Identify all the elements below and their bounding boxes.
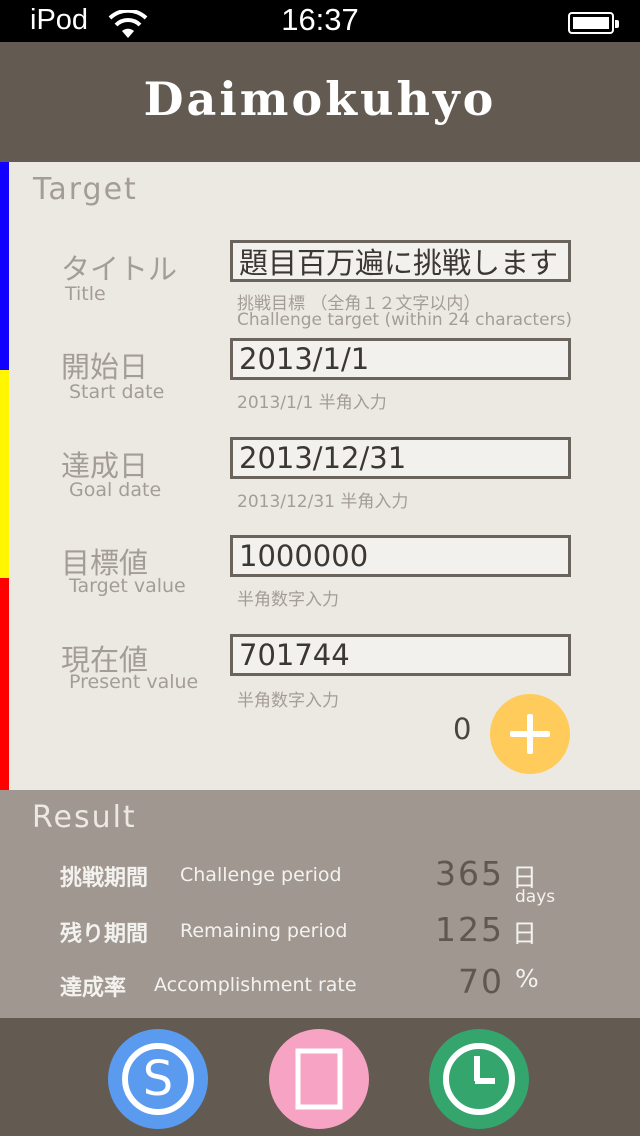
clock-button[interactable] [429,1029,529,1129]
add-button[interactable] [490,694,570,774]
remaining-period-value: 125 [435,910,504,949]
status-bar: iPod 16:37 [0,0,640,42]
start-date-label-en: Start date [69,381,165,403]
goal-date-input[interactable] [230,437,571,479]
start-date-hint: 2013/1/1 半角入力 [237,393,387,413]
target-section-title: Target [33,172,138,207]
title-hint-en: Challenge target (within 24 characters) [237,310,573,330]
status-time: 16:37 [281,2,359,37]
title-input[interactable] [230,240,571,282]
goal-date-label-en: Goal date [69,479,162,501]
remaining-period-label-en: Remaining period [180,920,348,942]
app-header: Daimokuhyo [0,42,640,162]
strip-blue [0,162,9,370]
document-icon [295,1048,343,1110]
challenge-period-label: 挑戦期間 [60,866,149,891]
strip-yellow [0,370,9,578]
s-button[interactable]: S [108,1029,208,1129]
progress-color-strip [0,162,9,790]
target-value-label-en: Target value [69,575,186,597]
result-section-title: Result [32,800,137,835]
challenge-period-unit-en: days [515,887,556,907]
result-section: Result 挑戦期間 Challenge period 365 日 days … [0,790,640,1018]
title-label-en: Title [65,283,106,305]
target-section: Target タイトル Title 挑戦目標 （全角１２文字以内） Challe… [9,162,640,790]
remaining-period-unit: 日 [512,919,538,948]
goal-date-hint: 2013/12/31 半角入力 [237,492,409,512]
challenge-period-label-en: Challenge period [180,864,342,886]
increment-counter: 0 [453,712,472,746]
challenge-period-value: 365 [435,854,504,893]
svg-text:S: S [143,1051,173,1107]
present-value-label-en: Present value [69,671,199,693]
accomplishment-rate-label-en: Accomplishment rate [154,974,357,996]
accomplishment-rate-value: 70 [458,962,504,1001]
present-value-hint: 半角数字入力 [237,691,339,711]
title-label: タイトル [61,252,178,286]
accomplishment-rate-unit: % [515,964,539,993]
target-value-hint: 半角数字入力 [237,590,339,610]
app-title: Daimokuhyo [143,72,497,126]
present-value-input[interactable] [230,634,571,676]
remaining-period-label: 残り期間 [60,922,149,947]
document-button[interactable] [269,1029,369,1129]
start-date-label: 開始日 [61,350,149,384]
strip-red [0,578,9,790]
battery-icon [568,12,619,34]
accomplishment-rate-label: 達成率 [60,976,127,1001]
clock-icon [443,1043,515,1115]
target-value-input[interactable] [230,535,571,577]
start-date-input[interactable] [230,338,571,380]
s-circle-icon: S [122,1043,194,1115]
bottom-toolbar: S [0,1018,640,1136]
